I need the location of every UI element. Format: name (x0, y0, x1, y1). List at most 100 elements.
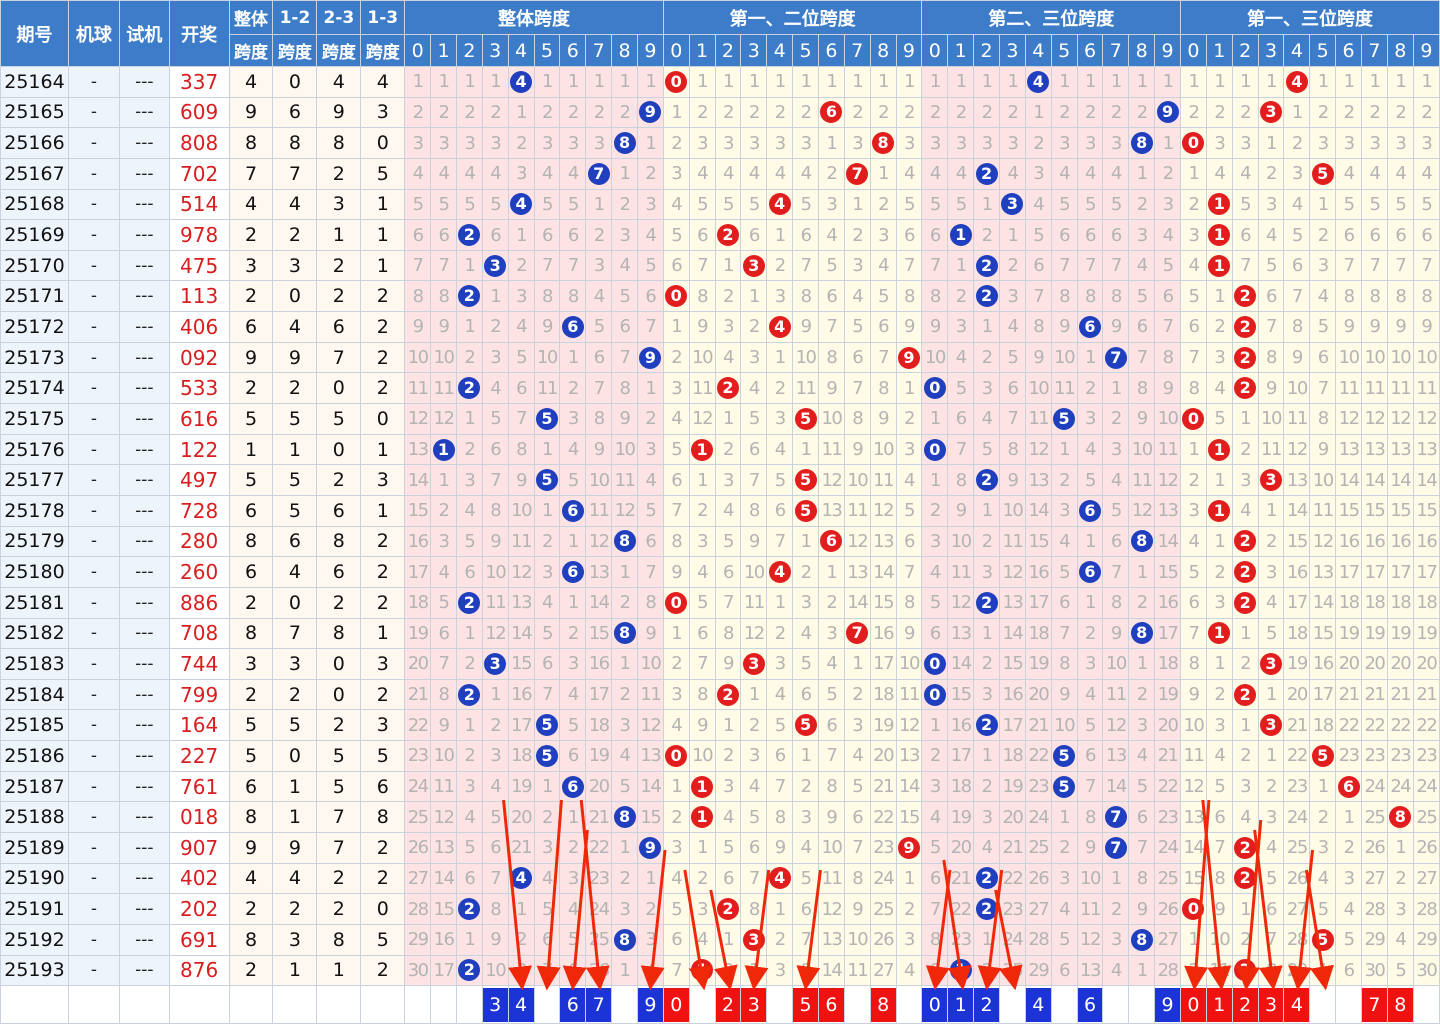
miss-count-cell: 2 (559, 832, 587, 864)
span-ball: 2 (1234, 315, 1257, 338)
miss-count-cell: 16 (404, 525, 432, 558)
miss-count-cell: 12 (430, 801, 457, 834)
miss-count-cell: 26 (1283, 862, 1311, 895)
span-value-cell: 9 (228, 96, 274, 129)
span-value-cell: 2 (360, 311, 406, 343)
span-ball: 8 (872, 132, 895, 155)
prediction-cell: 8 (1386, 985, 1414, 1025)
hit-ball-cell: 1 (688, 954, 716, 987)
hit-ball-cell: 2 (1231, 341, 1259, 374)
miss-count-cell: 10 (611, 433, 638, 466)
draw-cell: 691 (168, 923, 230, 956)
miss-count-cell: 18 (869, 678, 897, 711)
hit-ball-cell: 8 (1128, 525, 1156, 558)
miss-count-cell: 1 (1076, 525, 1104, 558)
miss-count-cell: 19 (585, 740, 613, 772)
digit-header-2-4: 4 (1024, 34, 1052, 67)
miss-count-cell: 4 (1309, 862, 1337, 895)
miss-count-cell: 1 (1102, 372, 1130, 405)
miss-count-cell: 7 (585, 372, 613, 405)
draw-cell: 886 (168, 586, 230, 619)
miss-count-cell: 3 (455, 464, 483, 496)
miss-count-cell: 4 (714, 341, 742, 374)
miss-count-cell: 9 (1076, 832, 1104, 864)
miss-count-cell: 28 (1024, 923, 1052, 956)
miss-count-cell: 13 (636, 740, 664, 772)
trial-cell: --- (118, 954, 170, 987)
miss-count-cell: 14 (1412, 464, 1440, 496)
miss-count-cell: 4 (895, 464, 923, 496)
draw-cell: 702 (168, 157, 230, 190)
miss-count-cell: 12 (1386, 403, 1414, 435)
miss-count-cell: 18 (1412, 586, 1440, 619)
machine-cell: - (67, 311, 120, 343)
miss-count-cell: 1 (1257, 494, 1285, 527)
miss-count-cell: 2 (1386, 96, 1414, 129)
prediction-digit: 8 (1388, 987, 1413, 1022)
miss-count-cell: 4 (895, 157, 923, 190)
span-value-cell: 0 (316, 678, 362, 711)
miss-count-cell: 7 (1128, 341, 1156, 374)
span-value-cell: 8 (228, 525, 274, 558)
miss-count-cell: 1 (1335, 801, 1363, 834)
prediction-cell (766, 985, 794, 1025)
miss-count-cell: 7 (1231, 249, 1259, 282)
digit-header-2-2: 2 (973, 34, 1000, 67)
miss-count-cell: 2 (1309, 96, 1337, 129)
miss-count-cell: 6 (1180, 311, 1207, 343)
miss-count-cell: 7 (895, 249, 923, 282)
machine-cell: - (67, 403, 120, 435)
trial-cell: --- (118, 678, 170, 711)
span-ball: 2 (975, 714, 998, 737)
miss-count-cell: 4 (766, 157, 794, 190)
miss-count-cell: 4 (533, 157, 561, 190)
miss-count-cell: 4 (1257, 586, 1285, 619)
miss-count-cell: 21 (585, 801, 613, 834)
miss-count-cell: 6 (636, 280, 664, 313)
hit-ball-cell: 2 (714, 372, 742, 405)
miss-count-cell: 23 (1386, 740, 1414, 772)
miss-count-cell: 16 (1361, 525, 1388, 558)
span-value-cell: 0 (272, 66, 318, 98)
miss-count-cell: 1 (662, 96, 690, 129)
miss-count-cell: 3 (507, 280, 535, 313)
prediction-cell: 3 (1257, 985, 1285, 1025)
miss-count-cell: 15 (636, 801, 664, 834)
miss-count-cell: 5 (817, 678, 845, 711)
table-row: 25172- --- 406 6 4 6 2 9 9 1 2 4 9 6 5 6 7 1 9 3 2 4 9 7 5 6 9 9 3 1 4… (0, 311, 1440, 343)
span-ball: 2 (458, 285, 481, 308)
miss-count-cell: 3 (766, 954, 794, 987)
miss-count-cell: 22 (947, 893, 975, 925)
miss-count-cell: 27 (869, 954, 897, 987)
miss-count-cell: 4 (1102, 954, 1130, 987)
miss-count-cell: 29 (1412, 923, 1440, 956)
miss-count-cell: 5 (1076, 464, 1104, 496)
miss-count-cell: 26 (585, 954, 613, 987)
miss-count-cell: 11 (843, 494, 871, 527)
miss-count-cell: 20 (998, 801, 1026, 834)
miss-count-cell: 5 (921, 832, 949, 864)
trial-cell: --- (118, 127, 170, 159)
miss-count-cell: 9 (1257, 372, 1285, 405)
digit-header-2-1: 1 (947, 34, 975, 67)
miss-count-cell: 2 (714, 433, 742, 466)
miss-count-cell: 3 (559, 648, 587, 680)
table-row: 25186- --- 227 5 0 5 5 23 10 2 3 18 5 6 19 4 13 0 10 2 3 6 1 7 4… (0, 740, 1440, 772)
hit-ball-cell: 8 (1128, 923, 1156, 956)
miss-count-cell: 4 (1076, 157, 1104, 190)
prediction-digit: 6 (819, 987, 844, 1022)
span-value-cell: 2 (316, 280, 362, 313)
hit-ball-cell: 5 (533, 740, 561, 772)
miss-count-cell: 5 (1050, 556, 1078, 588)
miss-count-cell: 10 (895, 648, 923, 680)
miss-count-cell: 2 (559, 372, 587, 405)
span-value-cell: 0 (316, 433, 362, 466)
miss-count-cell: 12 (430, 403, 457, 435)
issue-cell: 25174 (0, 372, 69, 405)
miss-count-cell: 20 (1412, 648, 1440, 680)
miss-count-cell: 5 (1335, 923, 1363, 956)
miss-count-cell: 3 (430, 525, 457, 558)
span-value-cell: 1 (272, 770, 318, 803)
miss-count-cell: 6 (1076, 740, 1104, 772)
miss-count-cell: 6 (947, 403, 975, 435)
